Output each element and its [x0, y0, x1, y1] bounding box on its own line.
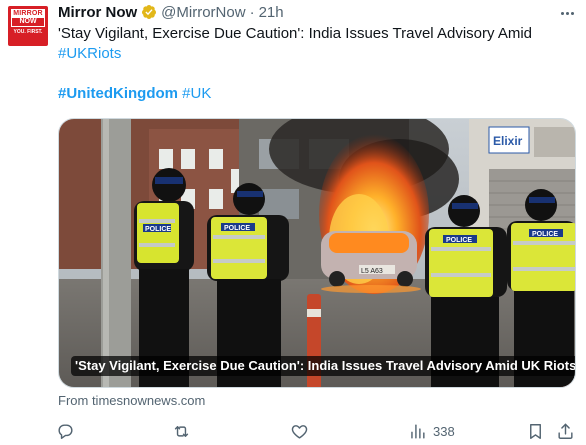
share-button[interactable] [556, 420, 575, 442]
separator-dot: · [249, 3, 255, 21]
card-caption: 'Stay Vigilant, Exercise Due Caution': I… [71, 356, 575, 376]
verified-badge-icon[interactable] [141, 4, 157, 20]
reply-icon [58, 423, 73, 439]
hashtag-line: #UnitedKingdom #UK [58, 84, 211, 104]
heart-icon [291, 424, 308, 439]
views-chart-icon [411, 423, 425, 439]
police-label-1: POLICE [145, 226, 171, 233]
link-card[interactable]: Elixir L5 A63 POLICE POLICE POLICE POLIC… [58, 118, 576, 388]
avatar-logo-bottom: NOW [11, 18, 45, 27]
reply-button[interactable] [56, 420, 81, 442]
avatar-logo-top: MIRROR [11, 9, 45, 18]
views-count: 338 [433, 423, 455, 439]
like-button[interactable] [290, 420, 315, 442]
retweet-icon [174, 425, 189, 437]
police-label-4: POLICE [532, 231, 558, 238]
hashtag-unitedkingdom[interactable]: #UnitedKingdom [58, 85, 178, 102]
bookmark-button[interactable] [526, 420, 545, 442]
retweet-button[interactable] [172, 420, 197, 442]
timestamp[interactable]: 21h [259, 4, 284, 21]
police-label-3: POLICE [446, 237, 472, 244]
shop-sign-text: Elixir [493, 134, 523, 148]
plate-text: L5 A63 [361, 268, 383, 275]
tweet-header: Mirror Now @MirrorNow · 21h [58, 2, 284, 22]
account-name[interactable]: Mirror Now [58, 4, 137, 21]
hashtag-ukriots[interactable]: #UKRiots [58, 45, 121, 62]
tweet-body: 'Stay Vigilant, Exercise Due Caution': I… [58, 25, 533, 42]
avatar[interactable]: MIRROR NOW YOU. FIRST. [8, 6, 48, 46]
share-icon [558, 423, 573, 439]
hashtag-uk[interactable]: #UK [182, 85, 211, 102]
views-button[interactable]: 338 [408, 420, 455, 442]
avatar-tagline: YOU. FIRST. [13, 29, 43, 35]
action-bar: 338 [52, 420, 582, 442]
more-options-icon[interactable] [558, 4, 576, 22]
card-source[interactable]: From timesnownews.com [58, 392, 205, 410]
news-photo: Elixir L5 A63 POLICE POLICE POLICE POLIC… [59, 119, 575, 387]
police-label-2: POLICE [224, 225, 250, 232]
tweet-text: 'Stay Vigilant, Exercise Due Caution': I… [58, 24, 578, 64]
bookmark-icon [530, 423, 541, 439]
account-handle[interactable]: @MirrorNow [161, 4, 245, 21]
